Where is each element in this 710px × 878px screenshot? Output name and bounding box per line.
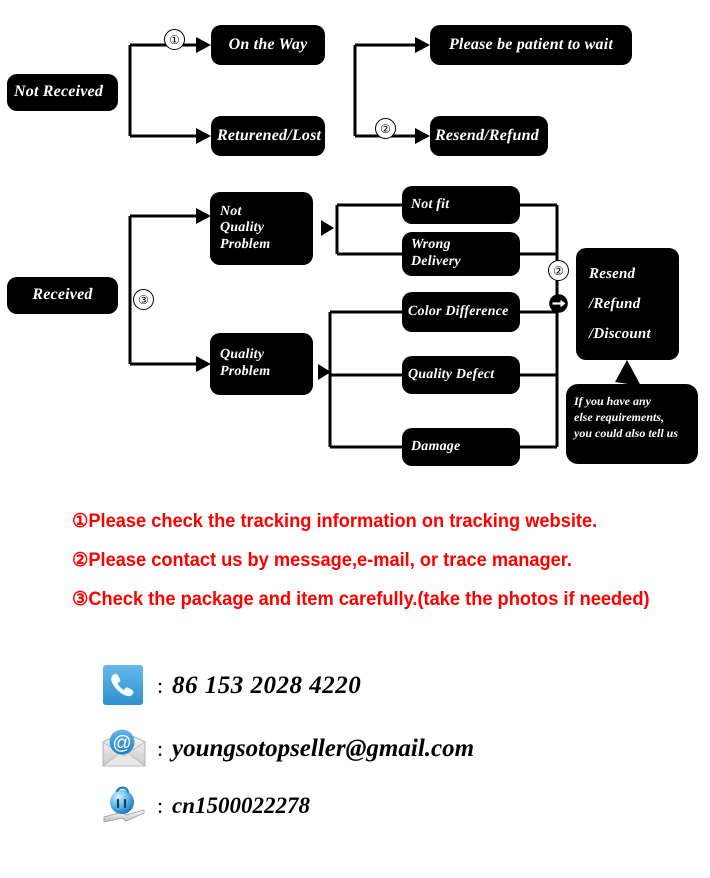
node-damage-label: Damage	[411, 438, 461, 454]
node-please-be-patient[interactable]: Please be patient to wait	[430, 25, 632, 65]
contact-separator-email: :	[156, 736, 164, 761]
node-on-the-way[interactable]: On the Way	[211, 25, 325, 65]
arrow-right-circle-icon	[549, 294, 568, 313]
contact-separator-trademanager: :	[156, 793, 164, 818]
node-on-the-way-label: On the Way	[228, 35, 308, 53]
node-returned-lost-label: Returened/Lost	[217, 126, 322, 144]
node-quality-problem[interactable]: Quality Problem	[210, 333, 313, 395]
notes-list: ①Please check the tracking information o…	[72, 512, 692, 629]
node-not-quality-problem-label: Not Quality Problem	[220, 203, 271, 252]
node-not-received-label: Not Received	[14, 83, 104, 101]
arrowhead-on-the-way	[196, 37, 211, 53]
contact-value-email: youngsotopseller@gmail.com	[172, 735, 475, 762]
contact-list: : 86 153 2028 4220 @: youngsotopseller@…	[100, 662, 700, 842]
marker-circle-two-top: ②	[375, 118, 396, 139]
note-item-1: ①Please check the tracking information o…	[72, 511, 598, 532]
arrowhead-please-wait	[415, 37, 430, 53]
marker-circle-three-label: ③	[138, 292, 149, 307]
arrowhead-not-quality	[196, 208, 211, 224]
phone-icon	[100, 663, 148, 709]
node-resend-refund-discount[interactable]: Resend/Refund/Discount	[576, 248, 679, 360]
node-resend-refund-discount-label: Resend/Refund/Discount	[589, 266, 651, 342]
node-not-fit[interactable]: Not fit	[402, 186, 520, 224]
contact-row-phone: : 86 153 2028 4220	[100, 662, 700, 710]
contact-row-trademanager: : cn1500022278	[100, 784, 700, 828]
arrowhead-branch-quality	[318, 364, 331, 380]
node-received[interactable]: Received	[7, 277, 118, 314]
node-not-fit-label: Not fit	[411, 196, 450, 212]
node-color-difference-label: Color Difference	[408, 303, 509, 319]
marker-circle-two-bottom: ②	[548, 260, 569, 281]
node-received-label: Received	[32, 286, 93, 304]
node-quality-defect[interactable]: Quality Defect	[402, 356, 520, 394]
contact-row-email: @ : youngsotopseller@gmail.com	[100, 724, 700, 774]
marker-circle-three: ③	[133, 289, 154, 310]
speech-bubble-extra-requirements: If you have any else requirements, you cou…	[566, 384, 698, 464]
arrowhead-resend-refund	[415, 128, 430, 144]
node-please-be-patient-label: Please be patient to wait	[448, 35, 614, 53]
node-resend-refund-label: Resend/Refund	[435, 126, 539, 144]
email-icon: @	[100, 726, 148, 772]
node-color-difference[interactable]: Color Difference	[402, 292, 520, 332]
marker-circle-two-bottom-label: ②	[553, 263, 564, 278]
marker-circle-one: ①	[164, 29, 185, 50]
marker-circle-two-top-label: ②	[380, 121, 391, 136]
flowchart-diagram: Not Received On the Way Returened/Lost P…	[0, 0, 710, 500]
contact-value-phone: 86 153 2028 4220	[172, 672, 362, 699]
speech-bubble-text: If you have any else requirements, you cou…	[574, 394, 679, 441]
node-damage[interactable]: Damage	[402, 428, 520, 466]
node-quality-defect-label: Quality Defect	[408, 366, 495, 382]
arrowhead-quality	[196, 356, 211, 372]
svg-text:@: @	[112, 733, 131, 754]
marker-circle-one-label: ①	[169, 32, 180, 47]
node-returned-lost[interactable]: Returened/Lost	[211, 116, 325, 156]
note-item-3: ③Check the package and item carefully.(t…	[72, 589, 650, 610]
contact-separator-phone: :	[156, 673, 164, 698]
trademanager-icon	[100, 783, 148, 829]
node-wrong-delivery[interactable]: Wrong Delivery	[402, 232, 520, 276]
node-not-received[interactable]: Not Received	[7, 74, 118, 111]
arrowhead-returned-lost	[196, 128, 211, 144]
contact-value-trademanager: cn1500022278	[172, 793, 310, 818]
arrowhead-branch-not-quality	[321, 220, 334, 236]
node-not-quality-problem[interactable]: Not Quality Problem	[210, 192, 313, 265]
node-quality-problem-label: Quality Problem	[220, 347, 271, 379]
node-wrong-delivery-label: Wrong Delivery	[411, 237, 461, 269]
note-item-2: ②Please contact us by message,e-mail, or…	[72, 550, 572, 571]
node-resend-refund[interactable]: Resend/Refund	[430, 116, 548, 156]
